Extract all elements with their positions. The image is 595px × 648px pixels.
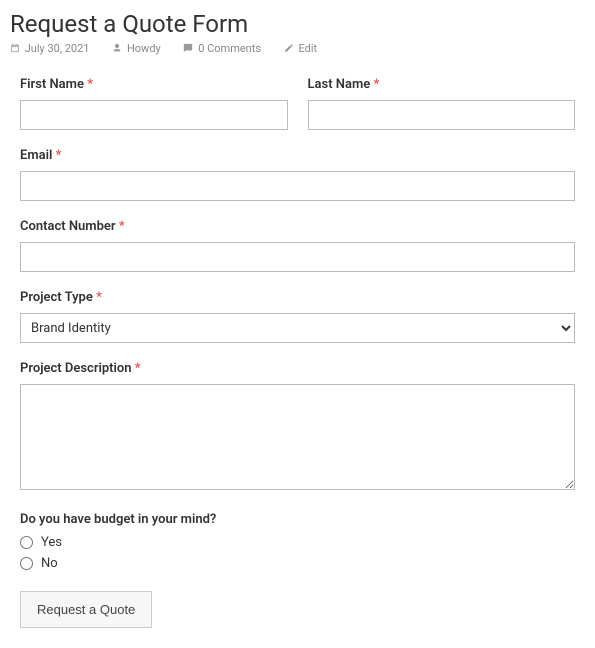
last-name-label: Last Name *	[308, 77, 576, 92]
post-meta: July 30, 2021 Howdy 0 Comments Edit	[10, 42, 585, 55]
quote-form: First Name * Last Name * Email * Contact…	[10, 77, 585, 628]
budget-radio-yes[interactable]	[20, 536, 33, 549]
contact-number-input[interactable]	[20, 242, 575, 272]
budget-label: Do you have budget in your mind?	[20, 512, 575, 527]
budget-radio-row: Yes	[20, 535, 575, 550]
meta-comments[interactable]: 0 Comments	[183, 42, 273, 55]
budget-radio-no[interactable]	[20, 557, 33, 570]
first-name-label: First Name *	[20, 77, 288, 92]
submit-button[interactable]: Request a Quote	[20, 591, 152, 628]
project-type-select[interactable]: Brand Identity	[20, 313, 575, 343]
email-input[interactable]	[20, 171, 575, 201]
comment-icon	[183, 43, 193, 53]
project-type-label: Project Type *	[20, 290, 575, 305]
project-description-textarea[interactable]	[20, 384, 575, 490]
meta-date: July 30, 2021	[10, 42, 102, 55]
budget-radio-label: No	[41, 556, 58, 571]
budget-radio-row: No	[20, 556, 575, 571]
budget-radio-label: Yes	[41, 535, 62, 550]
edit-icon	[284, 43, 294, 53]
user-icon	[112, 43, 122, 53]
first-name-input[interactable]	[20, 100, 288, 130]
meta-author[interactable]: Howdy	[112, 42, 173, 55]
last-name-input[interactable]	[308, 100, 576, 130]
project-description-label: Project Description *	[20, 361, 575, 376]
calendar-icon	[10, 43, 20, 53]
meta-edit[interactable]: Edit	[284, 42, 327, 55]
email-label: Email *	[20, 148, 575, 163]
contact-number-label: Contact Number *	[20, 219, 575, 234]
page-title: Request a Quote Form	[10, 10, 585, 38]
